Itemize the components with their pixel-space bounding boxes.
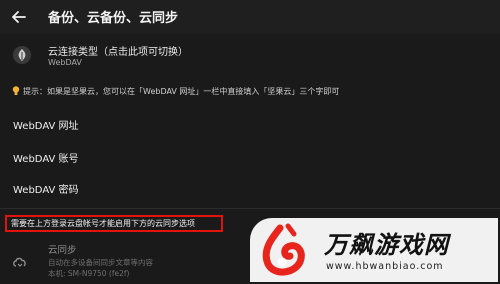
cloud-type-title: 云连接类型（点击此项可切换）: [48, 47, 188, 58]
webdav-account-setting[interactable]: WebDAV 账号: [13, 150, 79, 165]
page-title: 备份、云备份、云同步: [48, 11, 179, 26]
watermark-url: www.hbwanbiao.com: [326, 261, 444, 272]
app-bar: 备份、云备份、云同步: [0, 0, 500, 34]
login-required-warning: 需要在上方登录云盘帐号才能启用下方的云同步选项: [5, 215, 223, 232]
watermark-logo-icon: [262, 223, 305, 276]
cloud-sync-title: 云同步: [48, 245, 77, 256]
cloud-type-icon: [13, 46, 31, 64]
section-divider: [0, 208, 500, 209]
watermark: 万飙游戏网 www.hbwanbiao.com: [250, 218, 498, 282]
cloud-sync-icon: [13, 257, 26, 267]
watermark-text: 万飙游戏网: [324, 231, 449, 259]
tip-text: 提示：如果是坚果云，您可以在「WebDAV 网址」一栏中直接填入「坚果云」三个字…: [23, 87, 340, 96]
webdav-password-setting[interactable]: WebDAV 密码: [13, 181, 79, 196]
cloud-type-value: WebDAV: [48, 58, 82, 67]
back-arrow-icon[interactable]: [10, 8, 28, 26]
cloud-sync-device: 本机: SM-N9750 (fe2f): [48, 269, 130, 278]
cloud-type-row[interactable]: 云连接类型（点击此项可切换） WebDAV: [0, 38, 500, 74]
webdav-url-setting[interactable]: WebDAV 网址: [13, 117, 79, 132]
lightbulb-icon: [12, 86, 20, 95]
cloud-sync-description: 自动在多设备间同步文章等内容: [48, 258, 153, 267]
